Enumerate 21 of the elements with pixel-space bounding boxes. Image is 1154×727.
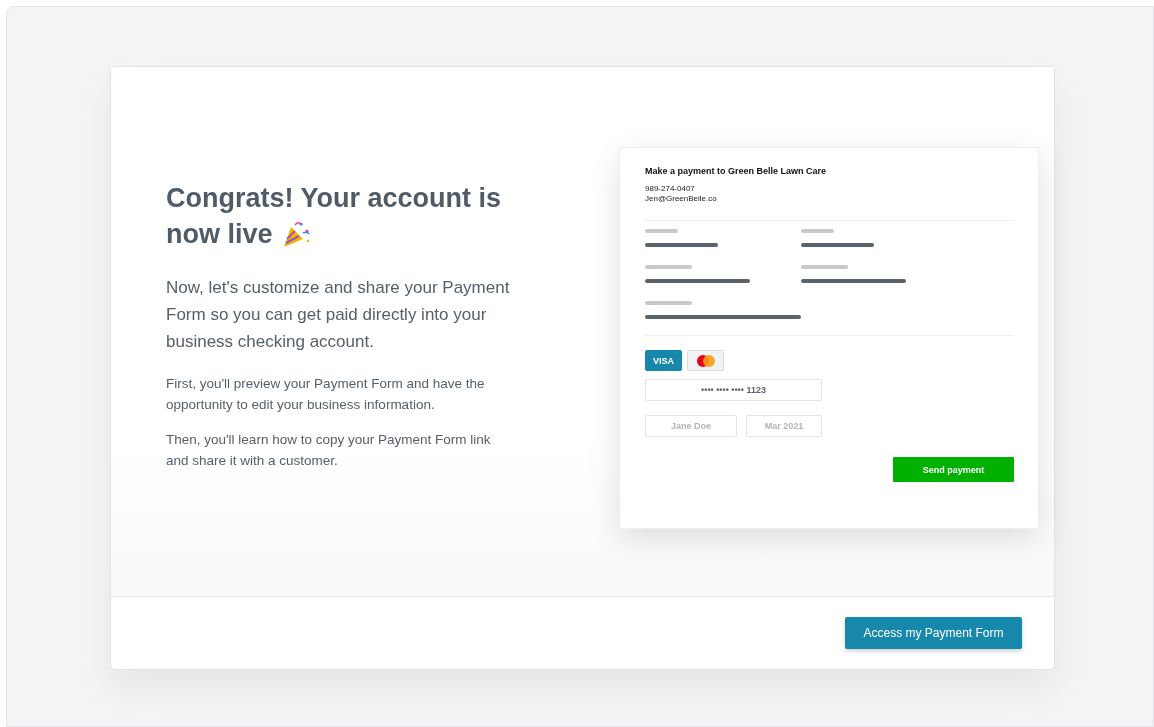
expiry-field[interactable]: Mar 2021	[746, 415, 822, 437]
skeleton-label	[645, 301, 692, 305]
skeleton-label	[801, 229, 834, 233]
send-payment-button[interactable]: Send payment	[893, 457, 1014, 482]
intro-text: Now, let's customize and share your Payment Form so you can get paid directly into your business checking account.	[166, 277, 511, 353]
mastercard-option[interactable]	[687, 350, 724, 371]
heading: Congrats! Your account is	[166, 182, 502, 215]
access-payment-form-button[interactable]: Access my Payment Form	[845, 617, 1022, 649]
phone-number: 989-274-0407	[645, 184, 695, 194]
email-address: Jen@GreenBelle.co	[645, 194, 717, 204]
visa-option[interactable]: VISA	[645, 350, 682, 371]
body-text: First, you'll preview your Payment Form and have the opportunity to edit your business information.	[166, 375, 486, 414]
overlapping-circles-icon	[696, 354, 715, 367]
card-number-field[interactable]: •••• •••• •••• 1123	[645, 379, 822, 401]
name-field[interactable]: Jane Doe	[645, 415, 737, 437]
heading: now live	[166, 218, 273, 251]
body-text: Then, you'll learn how to copy your Payment Form link and share it with a customer.	[166, 431, 492, 470]
preview-title: Make a payment to Green Belle Lawn Care	[645, 166, 828, 176]
skeleton-label	[645, 265, 692, 269]
skeleton-label	[801, 265, 848, 269]
skeleton-label	[645, 229, 678, 233]
